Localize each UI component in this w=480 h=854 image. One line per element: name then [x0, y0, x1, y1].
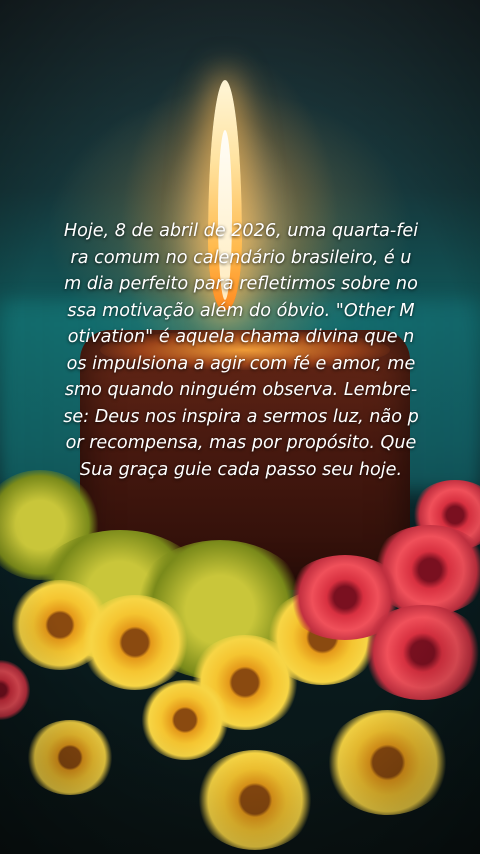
motivational-caption: Hoje, 8 de abril de 2026, uma quarta-fei…: [60, 218, 422, 483]
caption-line: se: Deus nos inspira a sermos luz, não p: [63, 406, 419, 427]
caption-line: os impulsiona a agir com fé e amor, me: [66, 353, 416, 374]
caption-line: Hoje, 8 de abril de 2026, uma quarta-fei: [63, 221, 419, 241]
caption-line: otivation" é aquela chama divina que n: [67, 327, 415, 347]
caption-line: Sua graça guie cada passo seu hoje.: [79, 459, 403, 480]
caption-line: ra comum no calendário brasileiro, é u: [70, 247, 412, 268]
caption-line: m dia perfeito para refletirmos sobre no: [64, 274, 418, 294]
caption-line: ssa motivação além do óbvio. "Other M: [67, 300, 415, 321]
caption-line: smo quando ninguém observa. Lembre-: [64, 380, 418, 400]
caption-line: or recompensa, mas por propósito. Que: [65, 433, 417, 453]
